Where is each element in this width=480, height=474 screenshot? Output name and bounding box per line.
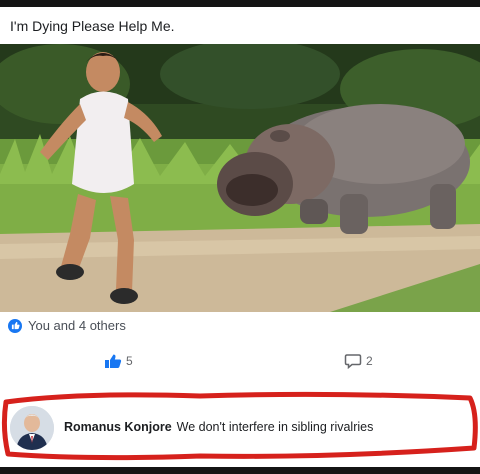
avatar[interactable] — [10, 406, 54, 450]
comment-button[interactable]: 2 — [344, 353, 373, 369]
comment-body: Romanus Konjore We don't interfere in sib… — [64, 420, 373, 434]
reaction-summary[interactable]: You and 4 others — [8, 318, 126, 333]
top-border — [0, 0, 480, 7]
comment-bubble-icon — [344, 354, 362, 369]
like-button[interactable]: 5 — [104, 353, 133, 369]
bottom-border — [0, 467, 480, 474]
like-reaction-icon — [8, 318, 22, 333]
post-text: I'm Dying Please Help Me. — [10, 18, 175, 34]
comment-count: 2 — [366, 354, 373, 368]
post-action-bar: 5 2 — [0, 353, 480, 377]
comment-item: Romanus Konjore We don't interfere in sib… — [0, 388, 480, 466]
like-count: 5 — [126, 354, 133, 368]
post-photo[interactable] — [0, 44, 480, 312]
comment-author[interactable]: Romanus Konjore — [64, 420, 172, 434]
comment-text: We don't interfere in sibling rivalries — [176, 420, 374, 434]
thumbs-up-icon — [105, 354, 122, 368]
reaction-summary-text: You and 4 others — [28, 318, 126, 333]
